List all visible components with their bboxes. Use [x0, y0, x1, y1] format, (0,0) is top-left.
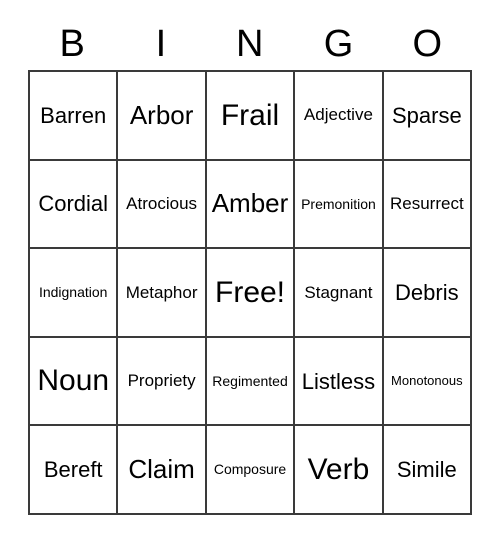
bingo-cell-label: Propriety	[127, 371, 196, 391]
bingo-free-space[interactable]: Free!	[206, 249, 296, 338]
bingo-cell[interactable]: Noun	[30, 337, 119, 427]
bingo-cell[interactable]: Indignation	[30, 249, 119, 338]
bingo-cell[interactable]: Simile	[383, 426, 473, 515]
bingo-cell[interactable]: Cordial	[30, 160, 119, 250]
bingo-row: Noun Propriety Regimented Listless Monot…	[30, 337, 473, 427]
bingo-cell[interactable]: Monotonous	[383, 337, 473, 427]
bingo-cell-label: Simile	[396, 457, 457, 483]
bingo-cell-label: Claim	[128, 454, 195, 485]
bingo-cell[interactable]: Adjective	[295, 72, 384, 161]
bingo-row: Barren Arbor Frail Adjective Sparse	[30, 72, 473, 161]
bingo-cell-label: Metaphor	[125, 282, 198, 302]
bingo-cell-label: Cordial	[38, 191, 109, 217]
bingo-cell[interactable]: Sparse	[383, 72, 473, 161]
bingo-cell-label: Resurrect	[389, 193, 464, 213]
bingo-cell-label: Bereft	[43, 457, 103, 483]
bingo-cell-label: Stagnant	[304, 282, 373, 302]
bingo-cell-label: Amber	[211, 188, 289, 219]
bingo-row: Cordial Atrocious Amber Premonition Resu…	[30, 160, 473, 250]
bingo-cell-label: Premonition	[301, 195, 376, 212]
bingo-cell-label: Adjective	[303, 105, 373, 125]
bingo-cell-label: Arbor	[129, 99, 194, 130]
bingo-header-letter-o: O	[412, 23, 443, 65]
bingo-cell[interactable]: Resurrect	[383, 160, 473, 250]
bingo-cell-label: Indignation	[38, 284, 108, 301]
bingo-row: Bereft Claim Composure Verb Simile	[30, 426, 473, 515]
bingo-cell[interactable]: Bereft	[30, 426, 119, 515]
bingo-grid: Barren Arbor Frail Adjective Sparse Cord…	[28, 70, 473, 515]
bingo-cell-label: Sparse	[391, 102, 462, 128]
bingo-cell-label: Listless	[301, 368, 376, 394]
bingo-header-letter-i: I	[155, 23, 167, 65]
bingo-cell[interactable]: Propriety	[118, 337, 207, 427]
bingo-cell[interactable]: Frail	[206, 72, 296, 161]
bingo-cell[interactable]: Composure	[206, 426, 296, 515]
bingo-cell[interactable]: Arbor	[118, 72, 207, 161]
bingo-cell-label: Barren	[40, 102, 107, 128]
bingo-cell[interactable]: Listless	[295, 337, 384, 427]
bingo-cell-label: Composure	[213, 461, 287, 478]
bingo-cell-label: Regimented	[212, 372, 288, 389]
bingo-cell[interactable]: Premonition	[295, 160, 384, 250]
bingo-cell[interactable]: Amber	[206, 160, 296, 250]
bingo-cell-label: Monotonous	[391, 373, 463, 389]
bingo-row: Indignation Metaphor Free! Stagnant Debr…	[30, 249, 473, 338]
bingo-cell-label: Noun	[37, 364, 110, 398]
bingo-cell-label: Atrocious	[126, 193, 198, 213]
bingo-header: B I N G O	[28, 18, 472, 70]
bingo-header-letter-n: N	[236, 23, 264, 65]
bingo-cell[interactable]: Regimented	[206, 337, 296, 427]
bingo-cell[interactable]: Barren	[30, 72, 119, 161]
bingo-cell-label: Verb	[307, 452, 370, 486]
bingo-cell[interactable]: Claim	[118, 426, 207, 515]
bingo-header-letter-g: G	[323, 23, 354, 65]
bingo-cell-label: Debris	[395, 279, 459, 305]
bingo-cell[interactable]: Verb	[295, 426, 384, 515]
bingo-cell[interactable]: Debris	[383, 249, 473, 338]
bingo-header-letter-b: B	[59, 23, 86, 65]
bingo-free-space-label: Free!	[215, 275, 286, 309]
bingo-card: B I N G O Barren Arbor Frail Adjective S…	[28, 18, 473, 515]
bingo-cell-label: Frail	[220, 98, 280, 132]
bingo-cell[interactable]: Stagnant	[295, 249, 384, 338]
bingo-cell[interactable]: Metaphor	[118, 249, 207, 338]
bingo-cell[interactable]: Atrocious	[118, 160, 207, 250]
